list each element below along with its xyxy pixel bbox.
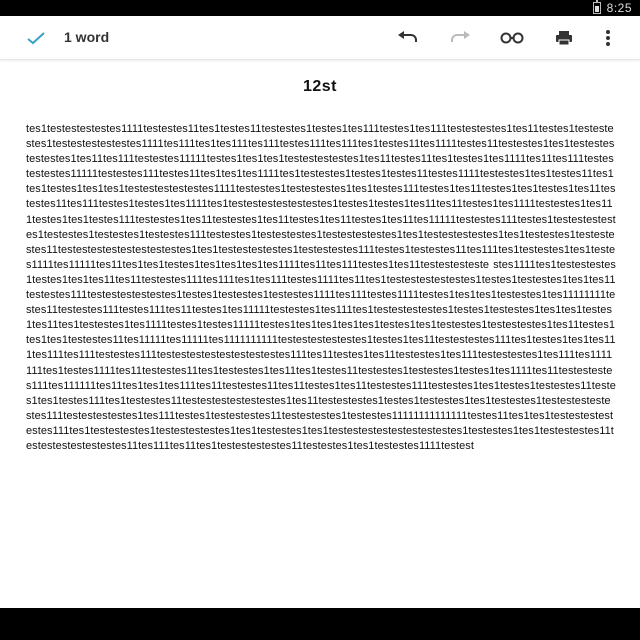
navigation-bar xyxy=(0,608,640,640)
screen: 8:25 1 word 12st tes1testestestestes1111… xyxy=(0,0,640,640)
word-count: 1 word xyxy=(64,29,110,45)
status-clock: 8:25 xyxy=(606,1,632,15)
done-button[interactable] xyxy=(18,16,54,60)
more-vert-icon xyxy=(606,30,610,46)
undo-icon xyxy=(398,31,417,42)
editor-toolbar: 1 word xyxy=(0,16,640,60)
print-format-icon xyxy=(556,31,572,46)
document-title[interactable]: 12st xyxy=(0,78,640,96)
battery-icon xyxy=(592,0,601,14)
check-icon xyxy=(27,32,45,45)
redo-button[interactable] xyxy=(442,16,478,60)
overflow-menu-button[interactable] xyxy=(590,16,626,60)
undo-button[interactable] xyxy=(390,16,426,60)
view-mode-button[interactable] xyxy=(494,16,530,60)
view-icon xyxy=(500,32,524,44)
document-body[interactable]: tes1testestestestes1111testestes11tes1te… xyxy=(26,122,616,578)
redo-icon xyxy=(451,31,470,42)
format-button[interactable] xyxy=(546,16,582,60)
status-bar: 8:25 xyxy=(0,0,640,16)
